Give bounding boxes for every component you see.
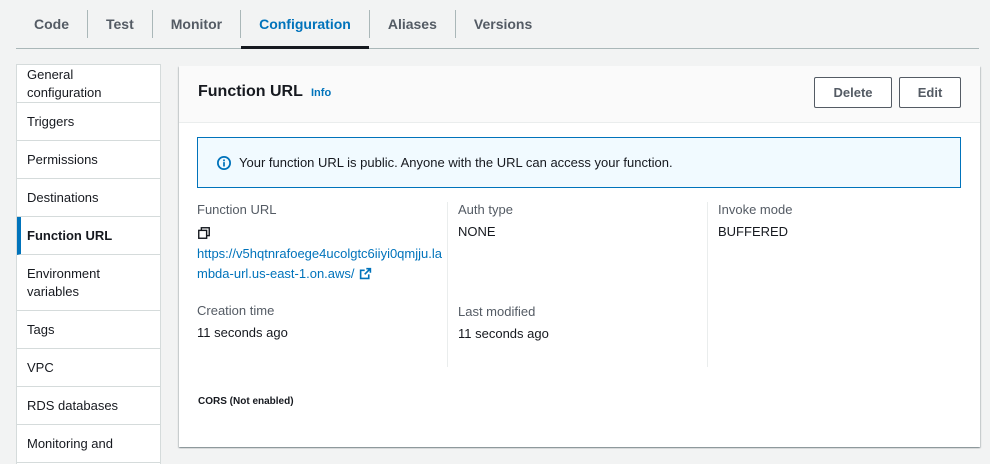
auth-type-value: NONE <box>458 224 496 239</box>
info-link[interactable]: Info <box>311 87 331 99</box>
tab-configuration[interactable]: Configuration <box>241 0 369 49</box>
tab-code[interactable]: Code <box>16 0 87 48</box>
function-url-text[interactable]: https://v5hqtnrafoege4ucolgtc6iiyi0qmjju… <box>197 246 442 281</box>
auth-type-label: Auth type <box>458 202 513 217</box>
invoke-mode-label: Invoke mode <box>718 202 793 217</box>
tab-monitor[interactable]: Monitor <box>153 0 240 48</box>
external-link-icon[interactable] <box>359 267 372 280</box>
tab-test[interactable]: Test <box>88 0 152 48</box>
auth-type-column: Auth type NONE Last modified 11 seconds … <box>447 202 707 367</box>
copy-icon[interactable] <box>197 226 211 240</box>
creation-time-label: Creation time <box>197 303 275 318</box>
last-modified-label: Last modified <box>458 304 536 319</box>
panel-title: Function URL <box>198 83 303 100</box>
tab-versions[interactable]: Versions <box>456 0 550 48</box>
sidebar-item-monitoring[interactable]: Monitoring and <box>17 425 160 463</box>
sidebar-item-triggers[interactable]: Triggers <box>17 103 160 141</box>
configuration-sidebar: General configuration Triggers Permissio… <box>16 64 161 464</box>
details-grid: Function URL https://v5hqtnrafoege4ucolg… <box>197 202 979 367</box>
sidebar-item-general-configuration[interactable]: General configuration <box>17 65 160 103</box>
sidebar-item-rds-databases[interactable]: RDS databases <box>17 387 160 425</box>
sidebar-item-environment-variables[interactable]: Environment variables <box>17 255 160 311</box>
function-url-column: Function URL https://v5hqtnrafoege4ucolg… <box>197 202 447 367</box>
public-url-alert: Your function URL is public. Anyone with… <box>197 137 961 188</box>
invoke-mode-value: BUFFERED <box>718 224 789 239</box>
delete-button[interactable]: Delete <box>814 77 892 108</box>
creation-time-value: 11 seconds ago <box>197 325 288 340</box>
function-url-label: Function URL <box>197 202 277 217</box>
tab-aliases[interactable]: Aliases <box>370 0 455 48</box>
invoke-mode-column: Invoke mode BUFFERED <box>707 202 967 367</box>
sidebar-item-permissions[interactable]: Permissions <box>17 141 160 179</box>
function-url-panel: Function URL Info Delete Edit Your funct… <box>179 66 980 447</box>
cors-status: CORS (Not enabled) <box>198 396 294 407</box>
tab-bar: Code Test Monitor Configuration Aliases … <box>16 0 979 49</box>
sidebar-item-tags[interactable]: Tags <box>17 311 160 349</box>
sidebar-item-vpc[interactable]: VPC <box>17 349 160 387</box>
info-icon <box>217 155 231 170</box>
panel-header: Function URL Info Delete Edit <box>179 66 980 123</box>
alert-message: Your function URL is public. Anyone with… <box>239 155 673 170</box>
last-modified-value: 11 seconds ago <box>458 326 549 341</box>
sidebar-item-function-url[interactable]: Function URL <box>17 217 160 255</box>
sidebar-item-destinations[interactable]: Destinations <box>17 179 160 217</box>
function-url-link[interactable]: https://v5hqtnrafoege4ucolgtc6iiyi0qmjju… <box>197 244 447 284</box>
edit-button[interactable]: Edit <box>899 77 961 108</box>
